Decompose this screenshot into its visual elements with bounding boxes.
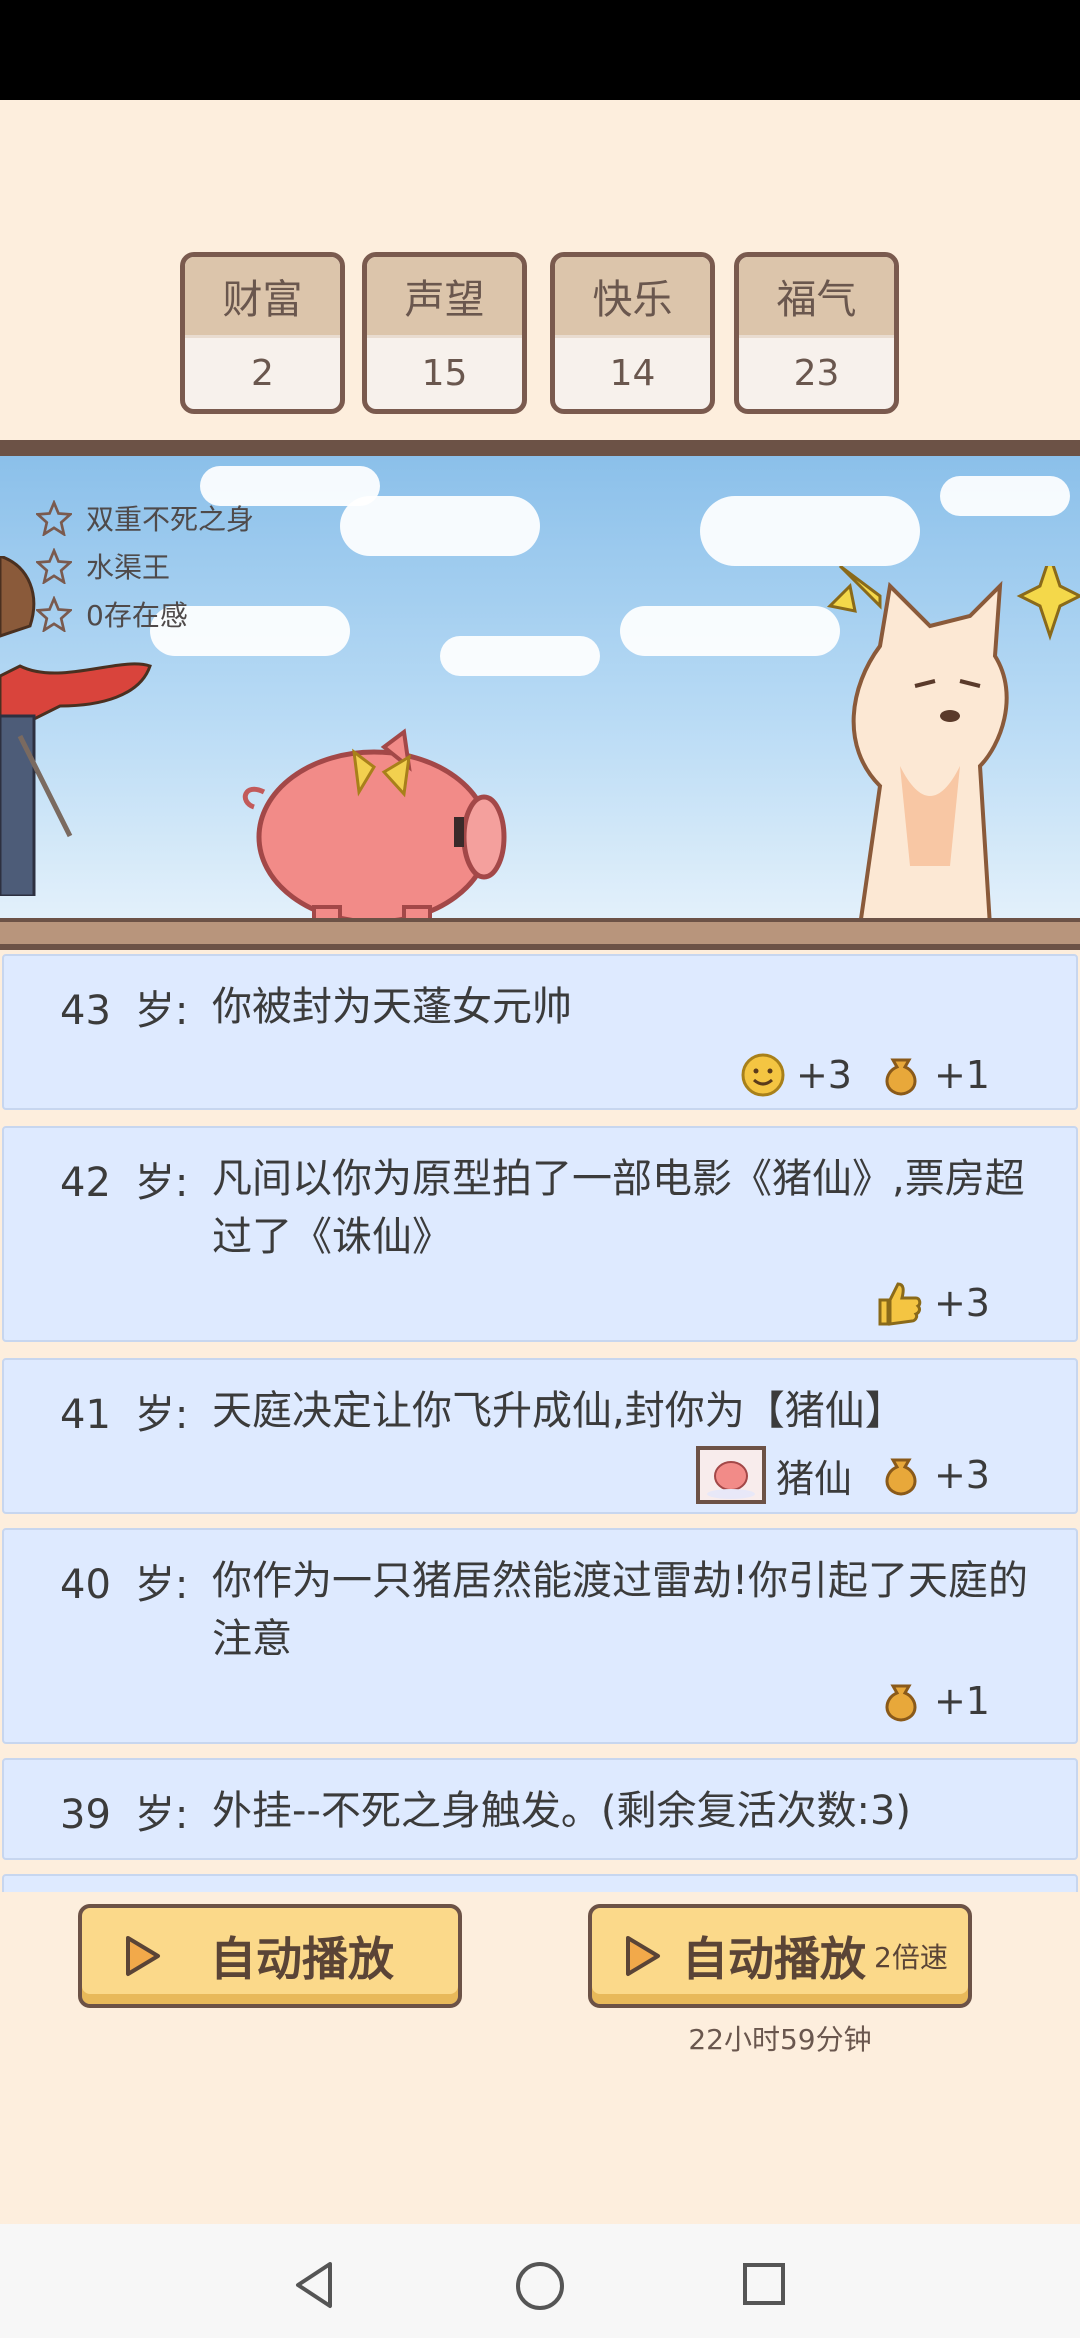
effect-value: +3: [795, 1053, 852, 1097]
luck-bag-icon: [885, 1458, 917, 1496]
trait-item: 0存在感: [36, 590, 254, 638]
event-age-unit: 岁:: [134, 1562, 189, 1608]
trait-item: 水渠王: [36, 542, 254, 590]
sky-background: 双重不死之身 水渠王 0存在感: [0, 456, 1080, 934]
event-age: 42: [60, 1160, 111, 1206]
recents-icon[interactable]: [742, 2262, 786, 2306]
trait-item: 双重不死之身: [36, 494, 254, 542]
event-text: 你作为一只猪居然能渡过雷劫!你引起了天庭的注意: [212, 1558, 1029, 1662]
pig-portrait-icon: [695, 1446, 766, 1504]
cloud-decoration: [620, 606, 840, 656]
event-effects: 猪仙 +3: [695, 1446, 990, 1504]
thumbs-up-icon: [878, 1282, 922, 1326]
stat-wealth: 财富 2: [180, 252, 345, 414]
event-age-unit: 岁:: [134, 988, 189, 1034]
stat-reputation-label: 声望: [367, 257, 522, 335]
effect-happiness: +3: [740, 1052, 852, 1098]
effect-reputation: +3: [874, 1278, 990, 1328]
event-text: 外挂--不死之身触发。(剩余复活次数:3): [212, 1788, 912, 1834]
trait-label: 水渠王: [86, 551, 171, 584]
event-age-wrap: 42 岁:: [60, 1150, 188, 1208]
cloud-decoration: [940, 476, 1070, 516]
effect-luck: +3: [878, 1452, 990, 1498]
play-icon: [126, 1936, 160, 1976]
stat-wealth-value: 2: [185, 335, 340, 409]
event-effects: +3: [874, 1278, 990, 1328]
event-text: 天庭决定让你飞升成仙,封你为【猪仙】: [212, 1388, 905, 1434]
effect-value: +1: [933, 1679, 990, 1723]
trait-list: 双重不死之身 水渠王 0存在感: [36, 494, 254, 638]
effect-luck: +1: [878, 1052, 990, 1098]
status-bar: [0, 0, 1080, 100]
event-age-unit: 岁:: [134, 1792, 189, 1838]
speed-label: 2倍速: [874, 1941, 948, 1974]
event-age-wrap: 43 岁:: [60, 978, 188, 1036]
event-age-wrap: 41 岁:: [60, 1382, 188, 1440]
event-age-unit: 岁:: [134, 1160, 189, 1206]
event-age: 40: [60, 1562, 111, 1608]
stat-wealth-label: 财富: [185, 257, 340, 335]
stat-luck-label: 福气: [739, 257, 894, 335]
scene-ground: [0, 918, 1080, 950]
trait-label: 双重不死之身: [86, 503, 255, 536]
system-nav-bar: [0, 2224, 1080, 2338]
event-item: 42 岁: 凡间以你为原型拍了一部电影《猪仙》,票房超过了《诛仙》 +3: [2, 1126, 1078, 1342]
event-effects: +1: [878, 1678, 990, 1724]
event-text: 凡间以你为原型拍了一部电影《猪仙》,票房超过了《诛仙》: [212, 1156, 1025, 1260]
effect-value: 猪仙: [775, 1456, 852, 1501]
event-log[interactable]: 43 岁: 你被封为天蓬女元帅 +3 +1 42 岁: 凡间以你为原型拍了一部电影《…: [0, 952, 1080, 1892]
cat-character-icon: [826, 566, 1080, 928]
autoplay-2x-button[interactable]: 自动播放 2倍速: [588, 1904, 972, 2008]
effect-value: +3: [933, 1281, 990, 1325]
event-age: 43: [60, 988, 111, 1034]
effect-title: 猪仙: [695, 1446, 852, 1504]
event-item: 43 岁: 你被封为天蓬女元帅 +3 +1: [2, 954, 1078, 1110]
scene-top-border: [0, 440, 1080, 456]
autoplay-label: 自动播放: [210, 1932, 394, 1986]
pig-character-icon: [242, 728, 507, 931]
event-effects: +3 +1: [740, 1052, 990, 1098]
luck-bag-icon: [885, 1058, 917, 1096]
event-age-unit: 岁:: [134, 1392, 189, 1438]
play-icon: [626, 1936, 660, 1976]
autoplay-2x-label: 自动播放: [682, 1932, 866, 1986]
event-item: [2, 1874, 1078, 1892]
home-icon[interactable]: [514, 2260, 566, 2312]
event-age-wrap: 40 岁:: [60, 1552, 188, 1610]
stat-happiness-value: 14: [555, 335, 710, 409]
cloud-decoration: [340, 496, 540, 556]
event-age: 39: [60, 1792, 111, 1838]
stat-happiness: 快乐 14: [550, 252, 715, 414]
trait-label: 0存在感: [86, 599, 188, 632]
event-item: 39 岁: 外挂--不死之身触发。(剩余复活次数:3): [2, 1758, 1078, 1860]
cloud-decoration: [700, 496, 920, 566]
luck-bag-icon: [885, 1684, 917, 1722]
star-icon: [36, 500, 72, 536]
stat-reputation-value: 15: [367, 335, 522, 409]
effect-luck: +1: [878, 1678, 990, 1724]
smile-icon: [741, 1053, 785, 1097]
event-item: 41 岁: 天庭决定让你飞升成仙,封你为【猪仙】 猪仙 +3: [2, 1358, 1078, 1514]
stat-luck: 福气 23: [734, 252, 899, 414]
back-icon[interactable]: [292, 2260, 336, 2310]
stat-happiness-label: 快乐: [555, 257, 710, 335]
effect-value: +3: [933, 1453, 990, 1497]
event-age-wrap: 39 岁:: [60, 1782, 188, 1840]
autoplay-button[interactable]: 自动播放: [78, 1904, 462, 2008]
event-item: 40 岁: 你作为一只猪居然能渡过雷劫!你引起了天庭的注意 +1: [2, 1528, 1078, 1744]
stat-luck-value: 23: [739, 335, 894, 409]
star-icon: [36, 596, 72, 632]
stat-reputation: 声望 15: [362, 252, 527, 414]
star-icon: [36, 548, 72, 584]
story-scene: 双重不死之身 水渠王 0存在感: [0, 440, 1080, 950]
event-text: 你被封为天蓬女元帅: [212, 984, 572, 1030]
effect-value: +1: [933, 1053, 990, 1097]
cloud-decoration: [440, 636, 600, 676]
stats-panel: 财富 2 声望 15 快乐 14 福气 23: [180, 252, 900, 414]
event-age: 41: [60, 1392, 111, 1438]
timer-text: 22小时59分钟: [688, 2023, 872, 2056]
